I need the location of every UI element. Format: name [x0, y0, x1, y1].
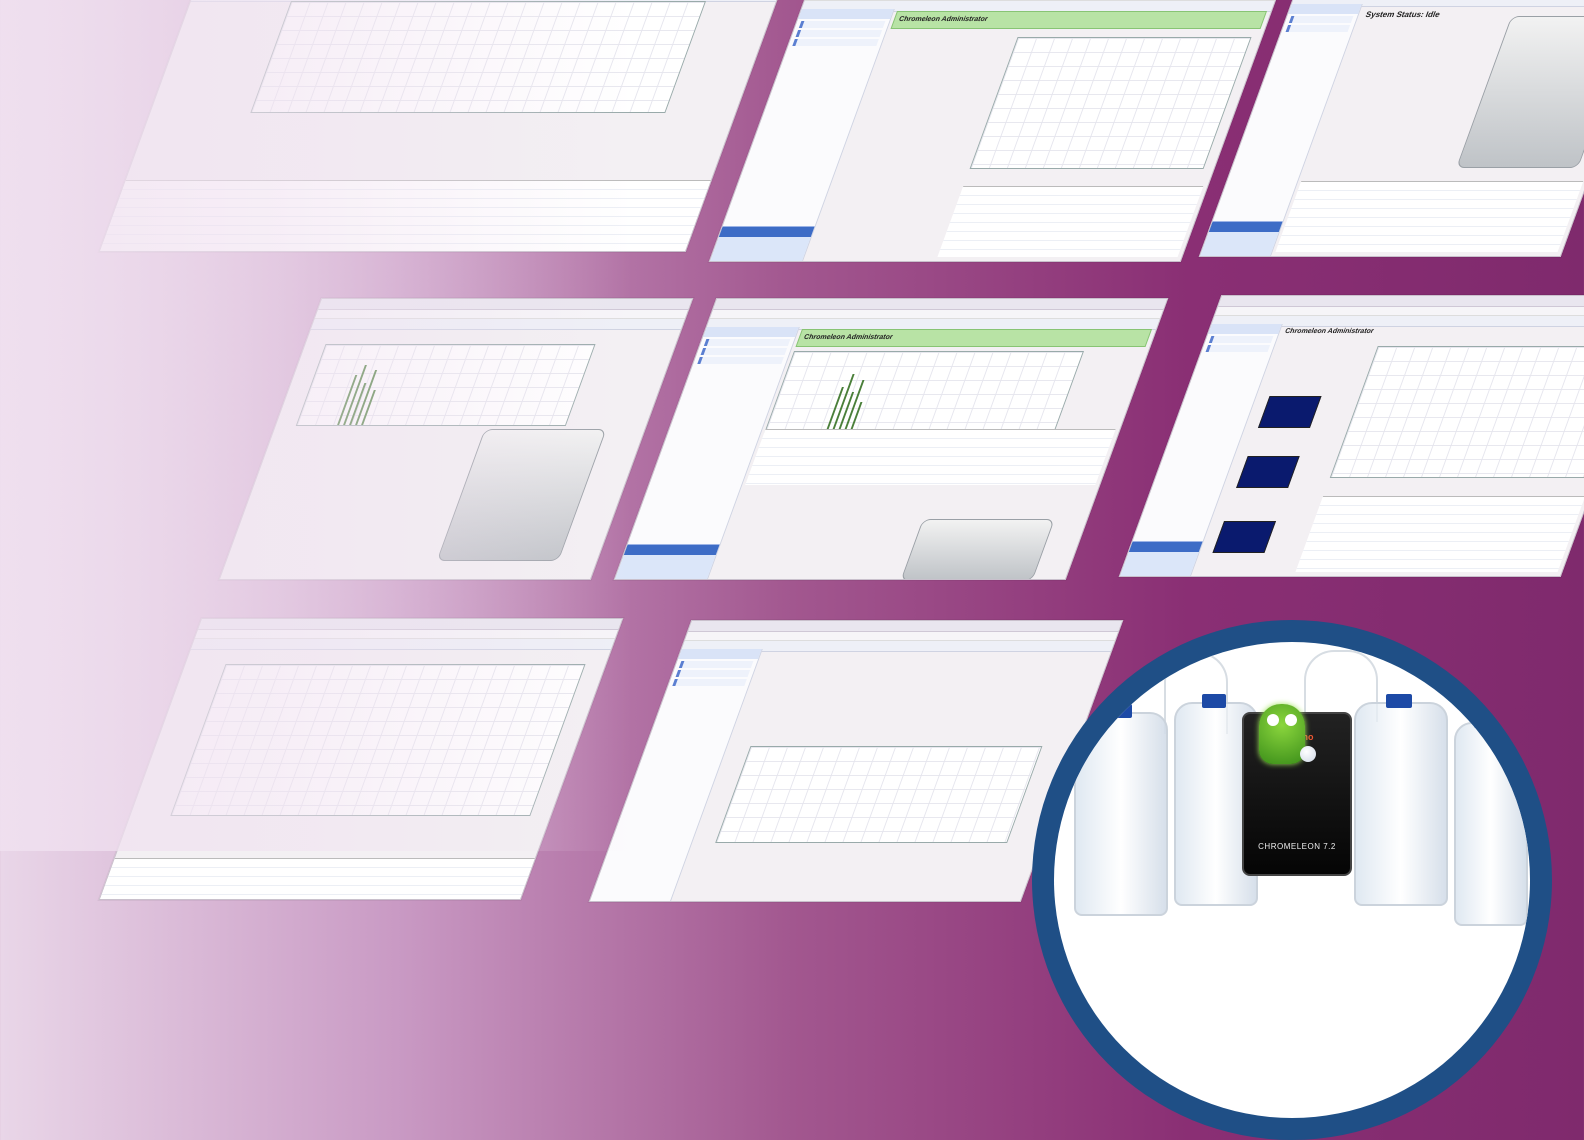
menu-bar	[315, 310, 688, 319]
menu-bar	[685, 632, 1118, 641]
sidebar-header	[798, 9, 894, 19]
sidebar-header	[703, 327, 799, 337]
sidebar-item[interactable]	[1289, 16, 1354, 23]
bottle-cap	[1474, 714, 1498, 728]
solvent-bottle-icon	[1454, 722, 1528, 926]
toolbar	[191, 639, 615, 650]
chromatogram-plot	[1330, 346, 1584, 478]
product-badge: Thermo CHROMELEON 7.2	[1032, 620, 1552, 1140]
sidebar-item[interactable]	[1209, 336, 1274, 343]
toolbar	[311, 319, 685, 330]
software-screenshot-1	[99, 0, 789, 252]
window-titlebar	[198, 619, 622, 630]
software-screenshot-4	[219, 298, 694, 580]
sidebar-header	[678, 649, 762, 659]
green-alien-mascot-icon	[1259, 704, 1305, 764]
bottle-cap	[1202, 694, 1226, 708]
status-header: Chromeleon Administrator	[1281, 326, 1584, 337]
pump-instrument-image	[437, 429, 607, 561]
device-product-label: CHROMELEON 7.2	[1244, 842, 1350, 851]
status-header: Chromeleon Administrator	[795, 329, 1152, 347]
sidebar-header	[1288, 4, 1362, 14]
audit-log-table	[938, 186, 1204, 257]
audit-log-table	[1296, 496, 1584, 572]
status-header: Chromeleon Administrator	[890, 11, 1267, 29]
audit-log-table	[100, 180, 711, 251]
sidebar-item[interactable]	[697, 357, 784, 364]
bottle-cap	[1386, 694, 1412, 708]
sidebar-item[interactable]	[1206, 345, 1271, 352]
window-titlebar	[688, 621, 1122, 632]
menu-bar	[710, 310, 1163, 319]
window-titlebar	[1218, 296, 1584, 307]
software-screenshot-7	[99, 618, 624, 900]
window-titlebar	[318, 299, 692, 310]
sidebar-item[interactable]	[672, 679, 747, 686]
sidebar-item[interactable]	[1286, 25, 1351, 32]
window-titlebar	[713, 299, 1167, 310]
chromatogram-plot	[764, 351, 1084, 433]
software-screenshot-5: Chromeleon Administrator	[614, 298, 1169, 580]
menu-bar	[195, 630, 618, 639]
sidebar-footer	[1200, 221, 1283, 256]
sidebar-header	[1208, 324, 1282, 334]
chromatogram-plot	[715, 746, 1042, 843]
sidebar-footer	[1120, 541, 1203, 576]
chromatogram-plot	[970, 37, 1252, 169]
sphere-icon	[1300, 746, 1316, 762]
audit-log-table	[100, 858, 535, 899]
sidebar-footer	[710, 226, 815, 261]
sidebar-item[interactable]	[679, 661, 754, 668]
software-screenshot-6: Chromeleon Administrator	[1119, 295, 1584, 577]
pump-display-screen	[1236, 456, 1300, 488]
solvent-bottle-icon	[1074, 712, 1168, 916]
menu-bar	[1215, 307, 1584, 316]
pump-display-screen	[1258, 396, 1322, 428]
sidebar-item[interactable]	[704, 339, 791, 346]
sidebar-item[interactable]	[796, 30, 883, 37]
solvent-bottle-icon	[1354, 702, 1448, 906]
detector-instrument-image	[900, 519, 1055, 580]
pump-display-screen	[1212, 521, 1276, 553]
software-screenshot-2: Chromeleon Administrator	[709, 0, 1284, 262]
sidebar-footer	[615, 544, 720, 579]
sidebar-item[interactable]	[701, 348, 788, 355]
autosampler-instrument-image	[1456, 16, 1584, 168]
chromatogram-plot	[170, 664, 585, 816]
product-photo: Thermo CHROMELEON 7.2	[1054, 642, 1530, 1118]
sidebar-item[interactable]	[799, 21, 886, 28]
bottle-cap	[1106, 704, 1132, 718]
audit-log-table	[745, 429, 1115, 485]
audit-log-table	[1276, 181, 1584, 252]
sidebar-item[interactable]	[792, 39, 879, 46]
sidebar-item[interactable]	[676, 670, 751, 677]
chromatogram-plot	[250, 1, 706, 113]
chromatogram-plot	[296, 344, 596, 426]
